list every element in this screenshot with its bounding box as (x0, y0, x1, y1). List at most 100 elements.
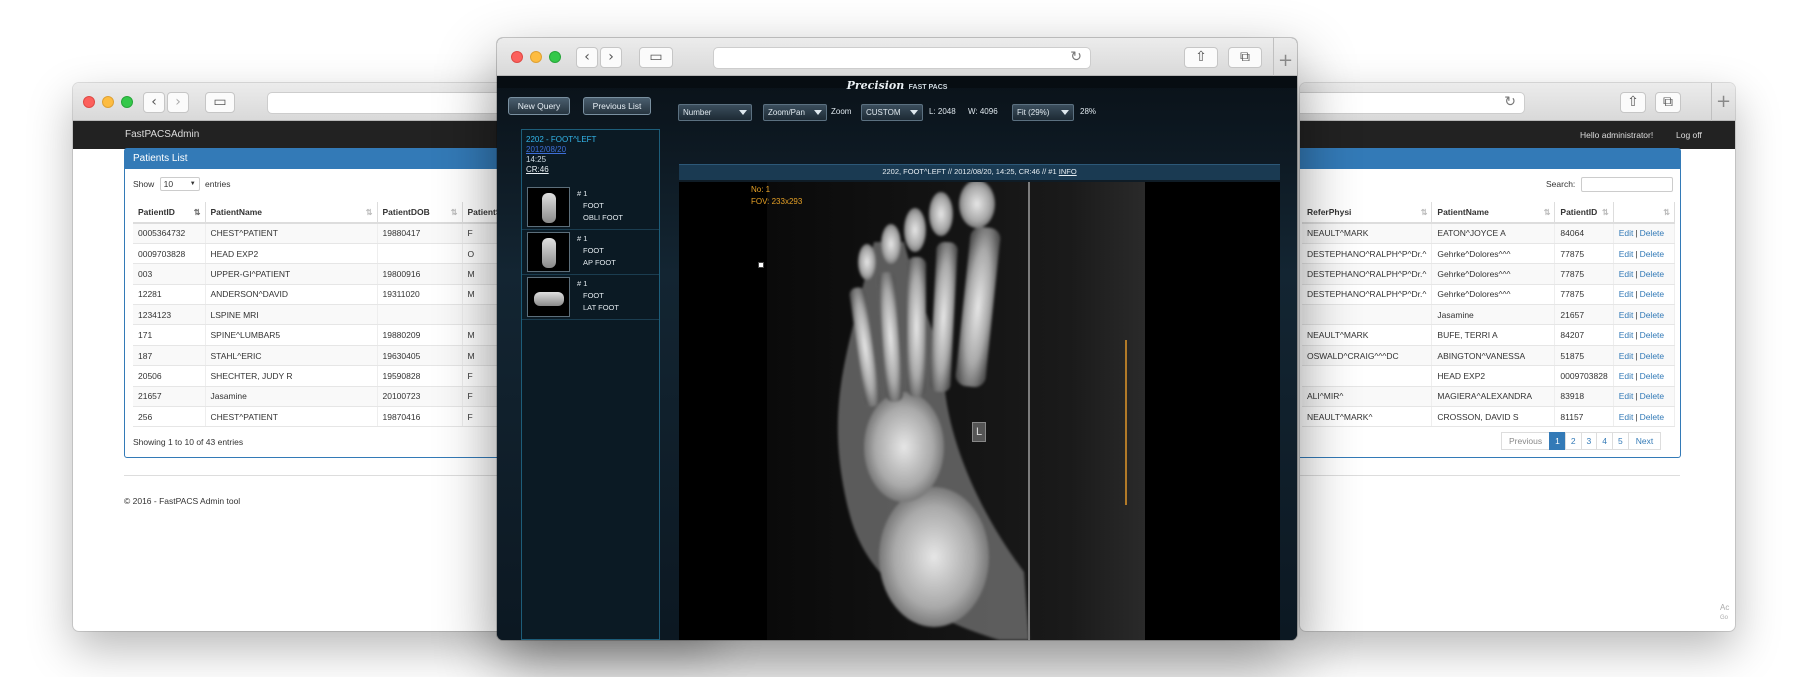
minimize-window-button[interactable] (102, 96, 114, 108)
delete-link[interactable]: Delete (1640, 310, 1665, 320)
table-row[interactable]: DESTEPHANO^RALPH^P^Dr.^ Gehrke^Dolores^^^… (1302, 243, 1676, 265)
table-cell: Jasamine (205, 386, 378, 408)
share-icon[interactable]: ⇧ (1184, 47, 1218, 68)
activation-watermark: Ac Go (1720, 603, 1730, 621)
column-header[interactable]: ⇅ (1613, 202, 1676, 224)
minimize-window-button[interactable] (530, 51, 542, 63)
previous-page-button[interactable]: Previous (1501, 432, 1551, 450)
edit-link[interactable]: Edit (1619, 310, 1634, 320)
forward-icon[interactable]: › (167, 92, 189, 113)
entries-select[interactable]: 10 ▼ (159, 177, 200, 191)
column-header[interactable]: PatientID ⇅ (133, 202, 206, 224)
series-thumbnail (527, 187, 570, 227)
new-tab-button[interactable]: + (1273, 38, 1297, 76)
logoff-link[interactable]: Log off (1676, 130, 1702, 140)
column-header[interactable]: PatientName ⇅ (1431, 202, 1556, 224)
next-page-button[interactable]: Next (1627, 432, 1662, 450)
table-cell: ANDERSON^DAVID (205, 284, 378, 306)
new-query-button[interactable]: New Query (508, 97, 570, 115)
table-cell: UPPER-GI^PATIENT (205, 263, 378, 285)
column-header[interactable]: PatientID ⇅ (1554, 202, 1614, 224)
table-row[interactable]: HEAD EXP2 0009703828 Edit | Delete (1302, 365, 1676, 387)
table-row[interactable]: OSWALD^CRAIG^^^DC ABINGTON^VANESSA 51875 Ed… (1302, 345, 1676, 367)
close-window-button[interactable] (511, 51, 523, 63)
page-button[interactable]: 2 (1564, 432, 1582, 450)
table-cell: Gehrke^Dolores^^^ (1431, 243, 1556, 265)
delete-link[interactable]: Delete (1640, 371, 1665, 381)
page-button[interactable]: 3 (1580, 432, 1598, 450)
table-cell: DESTEPHANO^RALPH^P^Dr.^ (1302, 284, 1433, 306)
column-header[interactable]: PatientDOB ⇅ (377, 202, 463, 224)
table-row[interactable]: NEAULT^MARK EATON^JOYCE A 84064 Edit | Delete (1302, 223, 1676, 244)
table-row[interactable]: Jasamine 21657 Edit | Delete (1302, 304, 1676, 326)
fit-select[interactable]: Fit (29%) (1012, 104, 1074, 121)
column-header[interactable]: ReferPhysi ⇅ (1302, 202, 1433, 224)
table-cell: ABINGTON^VANESSA (1431, 345, 1556, 367)
page-button[interactable]: 5 (1612, 432, 1629, 450)
search-control: Search: (1546, 177, 1673, 192)
previous-list-button[interactable]: Previous List (583, 97, 651, 115)
table-row[interactable]: NEAULT^MARK BUFE, TERRI A 84207 Edit | Delete (1302, 324, 1676, 346)
delete-link[interactable]: Delete (1640, 249, 1665, 259)
sort-icon: ⇅ (1420, 208, 1428, 217)
delete-link[interactable]: Delete (1640, 351, 1665, 361)
greeting-text: Hello administrator! (1580, 130, 1654, 140)
edit-link[interactable]: Edit (1619, 371, 1634, 381)
xray-viewport[interactable]: No: 1 FOV: 233x293 L (679, 182, 1280, 640)
tabs-icon[interactable]: ⧉ (1655, 92, 1681, 113)
info-link[interactable]: INFO (1059, 167, 1077, 176)
window-preset-select[interactable]: CUSTOM (861, 104, 923, 121)
series-item[interactable]: # 1 FOOT OBLI FOOT (522, 185, 659, 230)
page-button[interactable]: 1 (1549, 432, 1566, 450)
sidebar-icon[interactable]: ▭ (639, 47, 673, 68)
table-row[interactable]: NEAULT^MARK^ CROSSON, DAVID S 81157 Edit | De… (1302, 406, 1676, 428)
back-icon[interactable]: ‹ (576, 47, 598, 68)
sort-select[interactable]: Number (678, 104, 752, 121)
edit-link[interactable]: Edit (1619, 412, 1634, 422)
edit-link[interactable]: Edit (1619, 330, 1634, 340)
column-header[interactable]: PatientName ⇅ (205, 202, 378, 224)
series-item[interactable]: # 1 FOOT AP FOOT (522, 230, 659, 275)
edit-link[interactable]: Edit (1619, 249, 1634, 259)
page-button[interactable]: 4 (1596, 432, 1614, 450)
back-icon[interactable]: ‹ (143, 92, 165, 113)
share-icon[interactable]: ⇧ (1620, 92, 1646, 113)
address-bar[interactable]: ↻ (713, 47, 1091, 69)
table-cell: 187 (133, 345, 206, 367)
search-input[interactable] (1580, 177, 1673, 192)
reload-icon[interactable]: ↻ (1070, 49, 1082, 65)
table-row[interactable]: DESTEPHANO^RALPH^P^Dr.^ Gehrke^Dolores^^^… (1302, 284, 1676, 306)
reload-icon[interactable]: ↻ (1504, 94, 1516, 110)
new-tab-button[interactable]: + (1711, 83, 1735, 121)
edit-link[interactable]: Edit (1619, 351, 1634, 361)
delete-link[interactable]: Delete (1640, 330, 1665, 340)
zoom-window-button[interactable] (121, 96, 133, 108)
edit-link[interactable]: Edit (1619, 269, 1634, 279)
table-cell: 19630405 (377, 345, 463, 367)
table-row[interactable]: ALI^MIR^ MAGIERA^ALEXANDRA 83918 Edit | Delet… (1302, 386, 1676, 408)
edit-link[interactable]: Edit (1619, 228, 1634, 238)
crosshair-marker[interactable] (758, 262, 764, 268)
delete-link[interactable]: Delete (1640, 412, 1665, 422)
sidebar-icon[interactable]: ▭ (205, 92, 235, 113)
show-label: Show (133, 179, 155, 189)
pacs-viewer-window: ‹ › ▭ ↻ ⇧ ⧉ + Precision FAST PACS New Qu… (497, 38, 1297, 640)
image-header: 2202, FOOT^LEFT // 2012/08/20, 14:25, CR… (882, 167, 1057, 176)
forward-icon[interactable]: › (600, 47, 622, 68)
table-cell: 12281 (133, 284, 206, 306)
series-item[interactable]: # 1 FOOT LAT FOOT (522, 275, 659, 320)
close-window-button[interactable] (83, 96, 95, 108)
delete-link[interactable]: Delete (1640, 228, 1665, 238)
table-row[interactable]: DESTEPHANO^RALPH^P^Dr.^ Gehrke^Dolores^^^… (1302, 263, 1676, 285)
address-bar[interactable]: ↻ (1300, 92, 1525, 114)
edit-link[interactable]: Edit (1619, 391, 1634, 401)
delete-link[interactable]: Delete (1640, 269, 1665, 279)
edit-link[interactable]: Edit (1619, 289, 1634, 299)
tool-select[interactable]: Zoom/Pan (763, 104, 827, 121)
tabs-icon[interactable]: ⧉ (1228, 47, 1262, 68)
table-cell: SHECHTER, JUDY R (205, 365, 378, 387)
delete-link[interactable]: Delete (1640, 289, 1665, 299)
brand-link[interactable]: FastPACSAdmin (125, 129, 199, 140)
zoom-window-button[interactable] (549, 51, 561, 63)
delete-link[interactable]: Delete (1640, 391, 1665, 401)
